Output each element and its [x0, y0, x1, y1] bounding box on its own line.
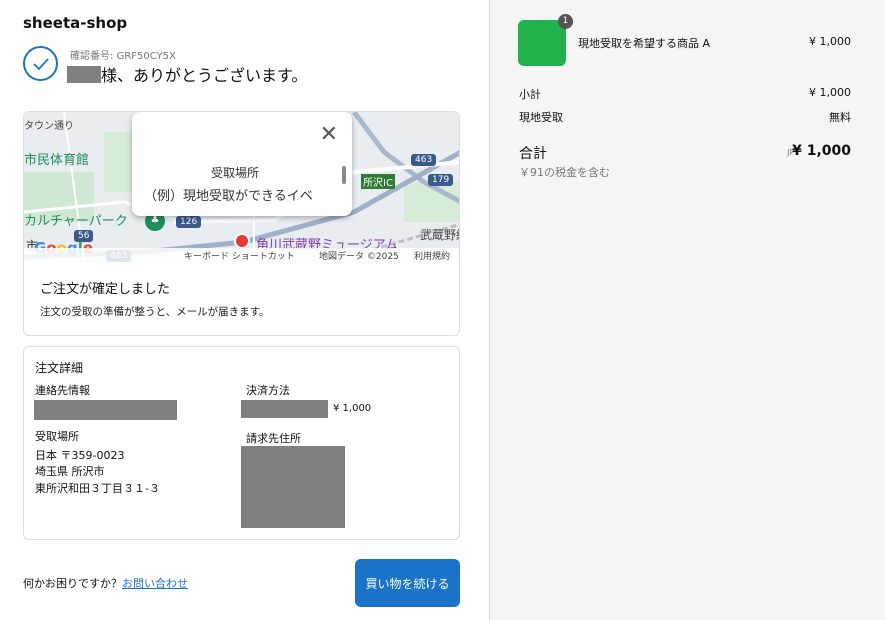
shipping-value: 無料 [829, 111, 851, 124]
product-thumbnail [518, 20, 566, 66]
road-number: 179 [428, 174, 454, 186]
redacted-customer-name [67, 65, 101, 83]
main-column: sheeta-shop 確認番号: GRF50CY5X 様、ありがとうございます… [0, 0, 489, 620]
total-value: ¥ 1,000 [792, 143, 851, 159]
contact-link[interactable]: お問い合わせ [122, 577, 188, 590]
redacted-payment [241, 400, 328, 418]
pickup-label: 受取場所 [35, 430, 79, 443]
map-label-culture-park: カルチャーパーク [24, 214, 128, 229]
help-text: 何かお困りですか？お問い合わせ [23, 575, 188, 591]
help-question: 何かお困りですか？ [23, 577, 122, 590]
quantity-badge: 1 [558, 14, 573, 29]
location-pin-icon[interactable] [234, 233, 250, 249]
total-label: 合計 [519, 146, 547, 162]
road-number: 463 [411, 154, 437, 166]
confirmation-number: 確認番号: GRF50CY5X [70, 51, 176, 62]
map-label-street: タウン通り [24, 121, 74, 132]
redacted-billing-address [241, 446, 345, 528]
keyboard-shortcuts-link[interactable]: キーボード ショートカット [184, 249, 295, 262]
payment-label: 決済方法 [246, 384, 290, 397]
product-name: 現地受取を希望する商品 A [578, 37, 711, 50]
popup-text: （例）現地受取ができるイベ [144, 189, 313, 204]
pickup-address-line: 東所沢和田３丁目３１-３ [35, 482, 160, 495]
shop-name[interactable]: sheeta-shop [23, 14, 127, 32]
pickup-map[interactable]: タウン通り 市民体育館 カルチャーパーク 市 所沢IC 武蔵野線 463 179… [24, 112, 459, 262]
thank-you-text: 様、ありがとうございます。 [101, 66, 308, 85]
terms-link[interactable]: 利用規約 [414, 249, 450, 262]
pickup-address-line: 日本 〒359-0023 [35, 449, 125, 462]
order-status-card: タウン通り 市民体育館 カルチャーパーク 市 所沢IC 武蔵野線 463 179… [23, 111, 460, 336]
pickup-address-line: 埼玉県 所沢市 [35, 465, 105, 478]
contact-label: 連絡先情報 [35, 384, 90, 397]
shipping-label: 現地受取 [519, 111, 563, 124]
redacted-contact [34, 400, 177, 420]
thank-you-heading: 様、ありがとうございます。 [67, 62, 307, 86]
popup-scrollbar[interactable] [342, 166, 346, 184]
order-confirmed-title: ご注文が確定しました [40, 282, 171, 297]
map-label-gym: 市民体育館 [24, 153, 90, 168]
road-number: 126 [176, 216, 202, 228]
tax-note: ￥91の税金を含む [519, 166, 610, 179]
order-details-title: 注文詳細 [35, 361, 84, 375]
map-label-musashino: 武蔵野線 [420, 228, 459, 242]
map-info-popup: ✕ 受取場所 （例）現地受取ができるイベ [132, 112, 352, 216]
order-details-card: 注文詳細 連絡先情報 決済方法 ¥ 1,000 受取場所 日本 〒359-002… [23, 346, 460, 540]
close-icon[interactable]: ✕ [320, 124, 338, 146]
order-confirmed-description: 注文の受取の準備が整うと、メールが届きます。 [40, 306, 270, 318]
billing-label: 請求先住所 [246, 432, 301, 445]
map-attribution: キーボード ショートカット 地図データ ©2025 利用規約 [24, 248, 459, 262]
product-price: ¥ 1,000 [809, 35, 851, 48]
continue-shopping-button[interactable]: 買い物を続ける [355, 559, 460, 607]
map-label-tokorozawa-ic: 所沢IC [361, 174, 395, 189]
payment-amount: ¥ 1,000 [333, 403, 372, 414]
map-data-text: 地図データ ©2025 [319, 252, 399, 262]
subtotal-label: 小計 [519, 88, 541, 101]
subtotal-value: ¥ 1,000 [809, 86, 851, 99]
order-summary: 1 現地受取を希望する商品 A ¥ 1,000 小計 ¥ 1,000 現地受取 … [489, 0, 885, 620]
popup-title: 受取場所 [210, 166, 259, 180]
check-icon [23, 46, 58, 81]
